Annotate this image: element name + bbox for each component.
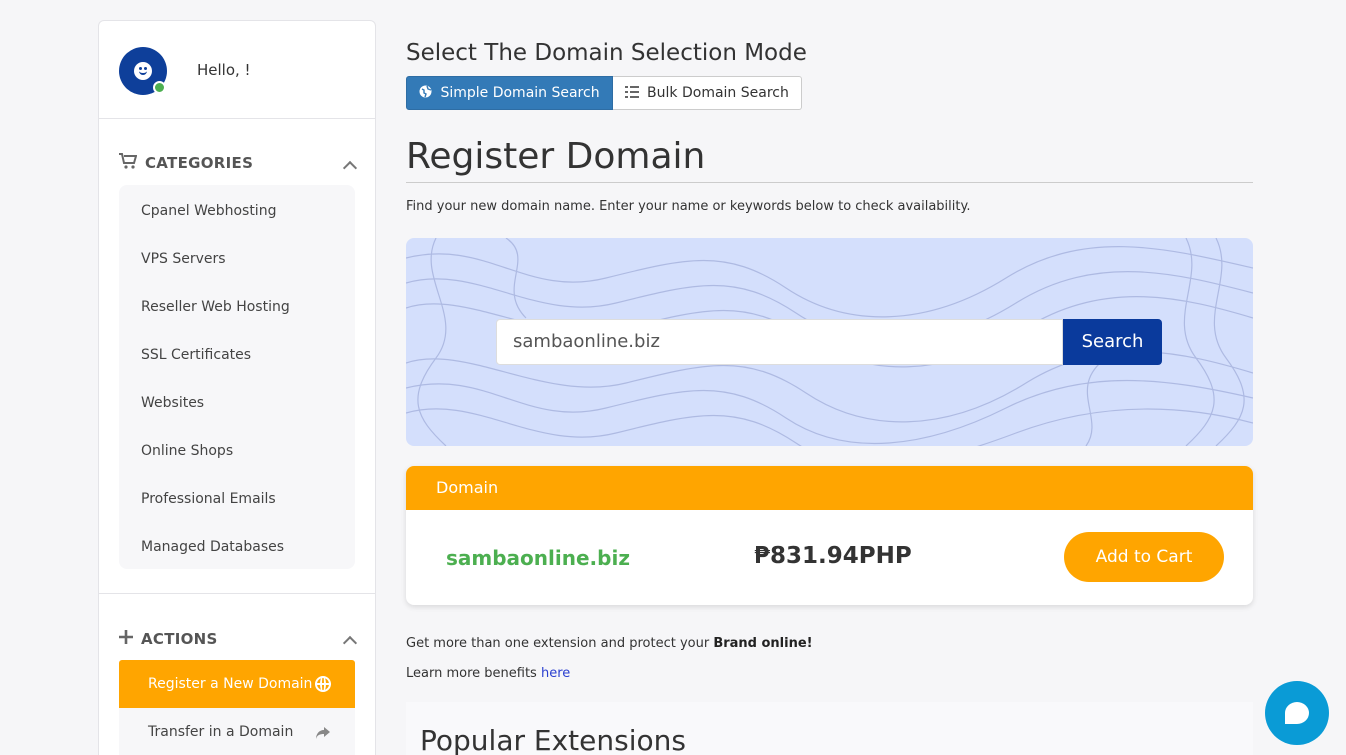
plus-icon — [119, 629, 133, 648]
category-item[interactable]: Professional Emails — [119, 475, 355, 523]
chevron-up-icon[interactable] — [342, 160, 358, 176]
globe-icon — [419, 85, 436, 101]
category-item[interactable]: VPS Servers — [119, 235, 355, 283]
action-label: Transfer in a Domain — [148, 724, 294, 740]
search-panel: sambaonline.biz Search — [406, 238, 1253, 446]
share-arrow-icon — [315, 708, 331, 755]
tab-label: Simple Domain Search — [440, 85, 600, 101]
category-list: Cpanel Webhosting VPS Servers Reseller W… — [119, 185, 355, 569]
domain-search-input[interactable]: sambaonline.biz — [496, 319, 1063, 365]
greeting: Hello, ! — [197, 61, 251, 79]
smiley-icon — [134, 62, 152, 80]
chat-button[interactable] — [1265, 681, 1329, 745]
page-title: Register Domain — [406, 136, 706, 177]
categories-header[interactable]: CATEGORIES — [119, 153, 253, 173]
category-item[interactable]: Managed Databases — [119, 523, 355, 571]
result-domain-name: sambaonline.biz — [446, 546, 630, 570]
sidebar: Hello, ! CATEGORIES Cpanel Webhosting VP… — [98, 20, 376, 755]
category-item[interactable]: Reseller Web Hosting — [119, 283, 355, 331]
mode-tabs: Simple Domain Search Bulk Domain Search — [406, 76, 802, 110]
popular-extensions-section: Popular Extensions — [406, 702, 1253, 755]
globe-icon — [315, 676, 331, 692]
chat-bubble-icon — [1285, 702, 1309, 724]
promo-text: Get more than one extension and protect … — [406, 636, 813, 651]
action-register-domain[interactable]: Register a New Domain — [119, 660, 355, 708]
user-box: Hello, ! — [99, 21, 375, 119]
learn-more-link[interactable]: here — [541, 666, 570, 681]
divider — [99, 593, 375, 594]
promo-bold: Brand online! — [713, 636, 813, 651]
actions-title: ACTIONS — [141, 629, 218, 648]
promo-plain: Get more than one extension and protect … — [406, 636, 714, 651]
action-label: Register a New Domain — [148, 676, 313, 692]
actions-header[interactable]: ACTIONS — [119, 629, 218, 648]
search-button[interactable]: Search — [1063, 319, 1162, 365]
cart-icon — [119, 153, 138, 173]
online-status-dot — [153, 81, 166, 94]
list-icon — [624, 85, 643, 101]
popular-extensions-title: Popular Extensions — [420, 724, 686, 755]
tab-bulk-domain-search[interactable]: Bulk Domain Search — [612, 76, 802, 110]
categories-title: CATEGORIES — [145, 154, 254, 172]
tab-label: Bulk Domain Search — [647, 85, 789, 101]
learn-more-text: Learn more benefits here — [406, 666, 570, 681]
action-transfer-domain[interactable]: Transfer in a Domain — [119, 708, 355, 755]
tab-simple-domain-search[interactable]: Simple Domain Search — [406, 76, 613, 110]
category-item[interactable]: Online Shops — [119, 427, 355, 475]
category-item[interactable]: SSL Certificates — [119, 331, 355, 379]
result-header: Domain — [406, 466, 1253, 510]
category-item[interactable]: Cpanel Webhosting — [119, 187, 355, 235]
category-item[interactable]: Websites — [119, 379, 355, 427]
domain-result-card: Domain sambaonline.biz ₱831.94PHP Add to… — [406, 466, 1253, 605]
result-price: ₱831.94PHP — [754, 543, 912, 569]
divider — [406, 182, 1253, 183]
mode-title: Select The Domain Selection Mode — [406, 40, 807, 66]
intro-text: Find your new domain name. Enter your na… — [406, 199, 971, 214]
add-to-cart-button[interactable]: Add to Cart — [1064, 532, 1224, 582]
chevron-up-icon[interactable] — [342, 635, 358, 651]
action-list: Register a New Domain Transfer in a Doma… — [119, 660, 355, 755]
learn-plain: Learn more benefits — [406, 666, 541, 681]
